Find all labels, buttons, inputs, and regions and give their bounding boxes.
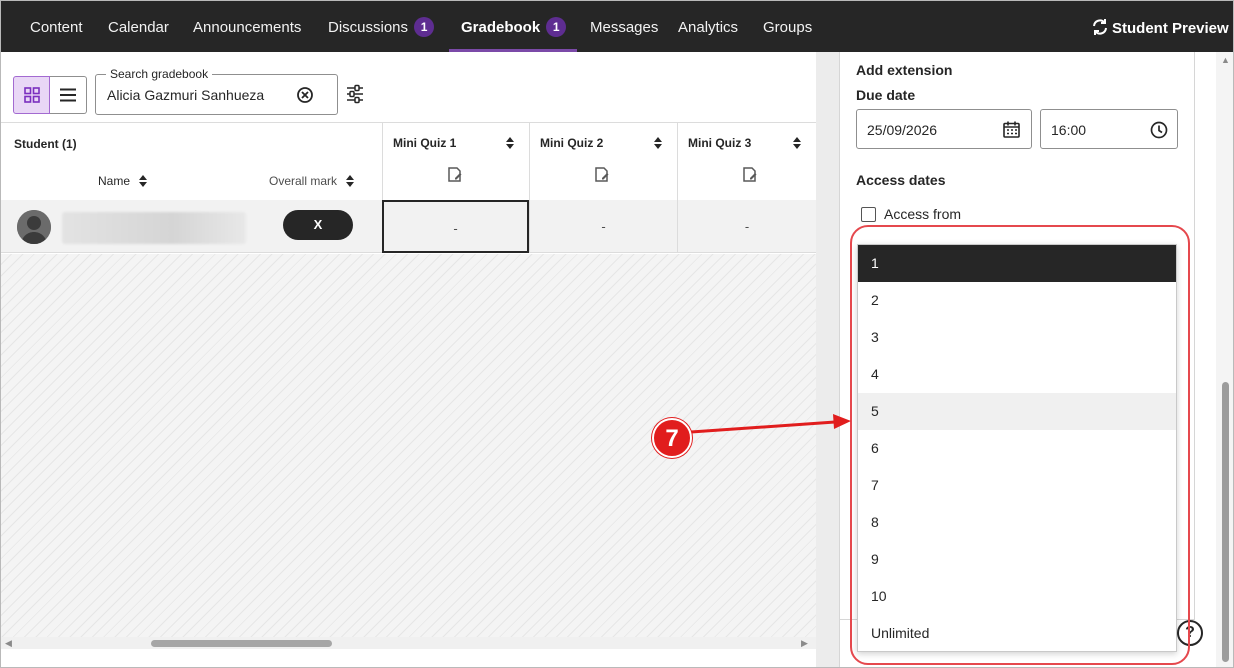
tab-label: Gradebook <box>461 19 541 36</box>
student-preview-button[interactable]: Student Preview <box>1091 1 1229 52</box>
tab-announcements[interactable]: Announcements <box>193 1 301 52</box>
overall-header-label: Overall mark <box>269 174 338 188</box>
tab-groups[interactable]: Groups <box>763 1 812 52</box>
vertical-scrollbar[interactable]: ▲ <box>1216 52 1233 667</box>
unread-badge: 1 <box>414 17 435 37</box>
access-dates-heading: Access dates <box>856 172 946 188</box>
grid-view-button[interactable] <box>13 76 50 114</box>
tab-label: Analytics <box>678 19 739 36</box>
grade-cell[interactable]: - <box>677 200 816 253</box>
document-edit-icon <box>595 167 609 182</box>
empty-area <box>1 254 816 644</box>
app-window: Content Calendar Announcements Discussio… <box>0 0 1234 668</box>
list-icon <box>60 88 76 102</box>
scroll-left-icon[interactable]: ◀ <box>5 638 12 649</box>
unread-badge: 1 <box>546 17 567 37</box>
scroll-right-icon[interactable]: ▶ <box>801 638 808 649</box>
sort-icon <box>139 175 148 187</box>
tab-label: Announcements <box>193 19 302 36</box>
add-extension-heading: Add extension <box>856 62 953 78</box>
search-input[interactable]: Alicia Gazmuri Sanhueza <box>107 87 264 103</box>
panel-gutter <box>816 52 839 667</box>
column-header-mini-quiz-1[interactable]: Mini Quiz 1 <box>382 123 529 200</box>
column-title: Mini Quiz 1 <box>393 136 457 150</box>
tab-label: Calendar <box>108 19 169 36</box>
tab-analytics[interactable]: Analytics <box>678 1 738 52</box>
student-count-header: Student (1) <box>14 137 77 151</box>
scrollbar-thumb[interactable] <box>1222 382 1229 662</box>
student-preview-label: Student Preview <box>1112 20 1229 37</box>
table-row: X - - - <box>1 200 816 253</box>
search-label: Search gradebook <box>106 67 213 81</box>
avatar <box>17 210 51 244</box>
student-name-redacted <box>62 212 246 244</box>
name-header-label: Name <box>98 174 131 188</box>
course-nav: Content Calendar Announcements Discussio… <box>1 1 1233 52</box>
tab-label: Content <box>30 19 83 36</box>
document-edit-icon <box>448 167 462 182</box>
sort-icon <box>346 175 355 187</box>
list-view-button[interactable] <box>50 76 87 114</box>
due-date-field[interactable]: 25/09/2026 <box>856 109 1032 149</box>
scrollbar-thumb[interactable] <box>151 640 332 647</box>
access-from-label: Access from <box>884 206 962 222</box>
sort-icon[interactable] <box>505 137 515 149</box>
user-silhouette-icon <box>17 210 51 244</box>
sort-icon[interactable] <box>653 137 663 149</box>
tab-gradebook[interactable]: Gradebook 1 <box>449 1 577 52</box>
annotation-highlight-box <box>850 225 1190 665</box>
gradebook-area: Search gradebook Alicia Gazmuri Sanhueza… <box>1 52 821 667</box>
overall-mark-pill[interactable]: X <box>283 210 353 240</box>
tab-label: Groups <box>763 19 813 36</box>
tab-calendar[interactable]: Calendar <box>108 1 169 52</box>
tab-discussions[interactable]: Discussions 1 <box>328 1 435 52</box>
column-title: Mini Quiz 3 <box>688 136 752 150</box>
column-header-mini-quiz-2[interactable]: Mini Quiz 2 <box>529 123 677 200</box>
document-edit-icon <box>743 167 757 182</box>
step-number-badge: 7 <box>652 418 692 458</box>
clear-search-icon[interactable] <box>296 86 314 104</box>
clock-icon[interactable] <box>1150 121 1168 139</box>
due-date-label: Due date <box>856 87 916 103</box>
column-title: Mini Quiz 2 <box>540 136 604 150</box>
search-gradebook-field[interactable]: Search gradebook Alicia Gazmuri Sanhueza <box>95 67 338 115</box>
calendar-icon[interactable] <box>1003 121 1020 138</box>
grade-cell[interactable]: - <box>529 200 677 253</box>
grade-cell[interactable]: - <box>382 200 529 253</box>
sort-icon[interactable] <box>792 137 802 149</box>
grid-icon <box>23 87 40 103</box>
due-date-value: 25/09/2026 <box>867 122 938 138</box>
overall-mark-column-header[interactable]: Overall mark <box>269 174 355 188</box>
tab-label: Messages <box>590 19 659 36</box>
tab-messages[interactable]: Messages <box>590 1 658 52</box>
scroll-up-icon[interactable]: ▲ <box>1221 55 1230 65</box>
due-time-field[interactable]: 16:00 <box>1040 109 1178 149</box>
horizontal-scrollbar[interactable]: ◀ ▶ <box>1 637 816 649</box>
column-header-mini-quiz-3[interactable]: Mini Quiz 3 <box>677 123 816 200</box>
filter-settings-icon[interactable] <box>346 84 364 104</box>
access-from-checkbox[interactable] <box>861 207 876 222</box>
refresh-icon <box>1093 19 1107 35</box>
tab-label: Discussions <box>328 19 409 36</box>
tab-content[interactable]: Content <box>30 1 83 52</box>
name-column-header[interactable]: Name <box>98 174 148 188</box>
due-time-value: 16:00 <box>1051 122 1087 138</box>
